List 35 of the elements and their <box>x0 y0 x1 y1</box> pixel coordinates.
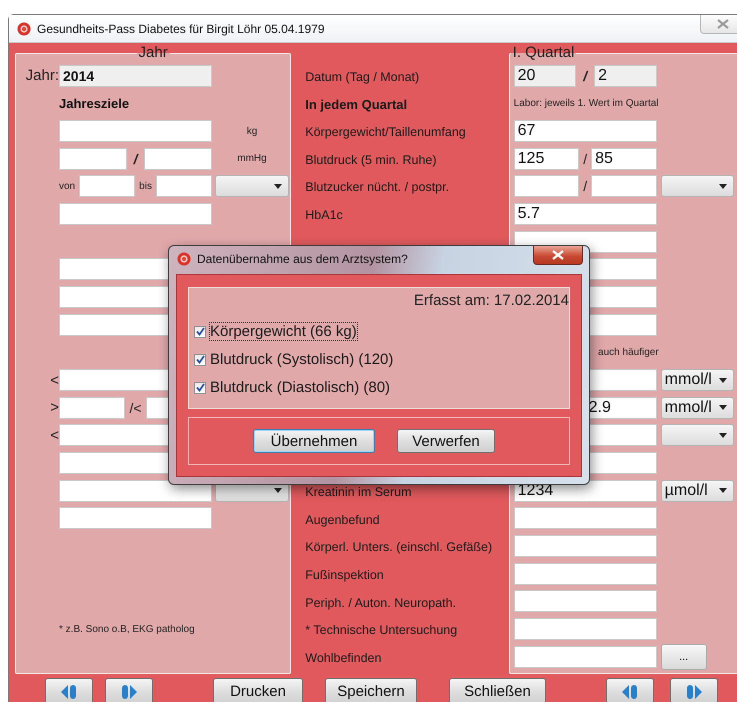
captured-date: Erfasst am: 17.02.2014 <box>414 292 569 309</box>
field-label: Datum (Tag / Monat) <box>304 70 420 84</box>
field-label: Periph. / Auton. Neuropath. <box>304 596 456 610</box>
field-label: von <box>59 180 76 192</box>
panel-title: I. Quartal <box>512 44 576 62</box>
field-label: * Technische Untersuchung <box>304 623 458 638</box>
field-label: < <box>50 372 59 389</box>
unit-label: mmHg <box>237 153 267 164</box>
separator-text: / <box>132 150 140 167</box>
separator-text: / <box>583 178 588 194</box>
note-text: Labor: jeweils 1. Wert im Quartal <box>514 98 659 109</box>
separator-text: / <box>583 150 588 167</box>
window-title: Gesundheits-Pass Diabetes für Birgit Löhr 05.04.1979 <box>37 22 325 36</box>
field-label: Kreatinin im Serum <box>304 484 412 499</box>
field-label: HbA1c <box>304 208 343 222</box>
section-heading: Jahresziele <box>59 96 130 111</box>
field-label: Körperl. Unters. (einschl. Gefäße) <box>304 540 492 554</box>
unit-label: kg <box>246 126 258 137</box>
separator-text: / <box>582 68 590 84</box>
field-label: > <box>50 399 59 416</box>
separator-text: /< <box>129 400 142 416</box>
field-label: Jahr: <box>26 67 59 84</box>
note-text: * z.B. Sono o.B, EKG patholog <box>59 624 195 635</box>
field-label: < <box>50 426 59 444</box>
field-label: Körpergewicht/Taillenumfang <box>304 125 466 140</box>
field-label: auch häufiger <box>598 346 659 358</box>
field-label: Fußinspektion <box>304 568 384 582</box>
field-label: Wohlbefinden <box>304 650 382 665</box>
field-label: Augenbefund <box>304 512 380 527</box>
section-heading: In jedem Quartal <box>304 96 408 112</box>
field-label: Blutzucker nücht. / postpr. <box>304 180 450 194</box>
panel-title: Jahr <box>138 44 169 62</box>
field-label: Blutdruck (5 min. Ruhe) <box>304 152 437 167</box>
field-label: bis <box>139 180 152 192</box>
dialog-title: Datenübernahme aus dem Arztsystem? <box>197 252 408 266</box>
